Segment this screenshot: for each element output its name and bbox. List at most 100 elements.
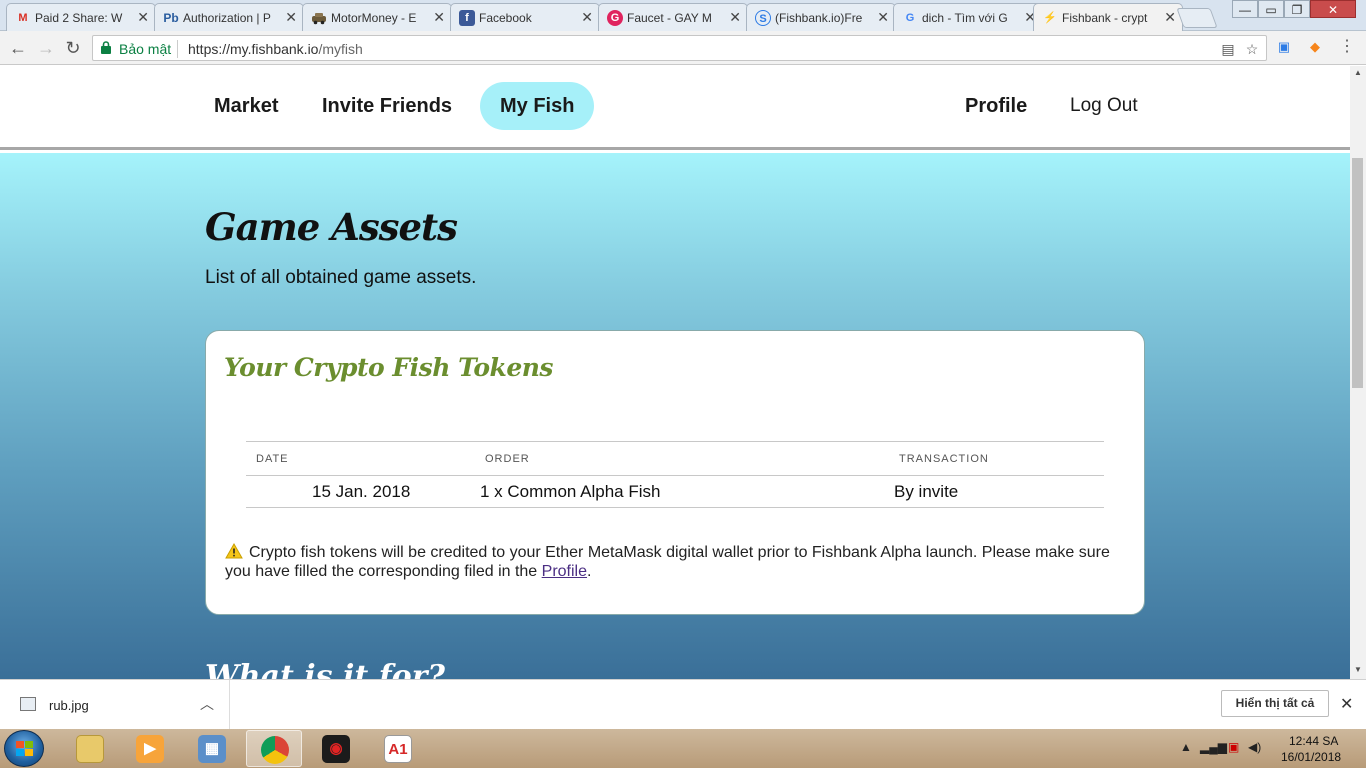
back-icon[interactable]: ←	[7, 37, 29, 59]
cell-order: 1 x Common Alpha Fish	[475, 475, 889, 508]
gmail-icon: M	[18, 12, 28, 24]
tab-fishbank-active[interactable]: ⚡ Fishbank - crypt ✕	[1033, 3, 1183, 32]
notice-end: .	[587, 563, 592, 580]
new-tab-button[interactable]	[1176, 8, 1218, 28]
close-shelf-icon[interactable]: ✕	[1340, 694, 1353, 714]
garena-icon: ◉	[322, 735, 350, 763]
close-icon[interactable]: ✕	[285, 9, 297, 25]
browser-toolbar: ← → ↻ Bảo mật https://my.fishbank.io/myf…	[0, 31, 1366, 65]
download-shelf: rub.jpg ︿ Hiển thị tất cả ✕	[0, 679, 1366, 730]
media-player-icon: ▶	[136, 735, 164, 763]
url-host: https://my.fishbank.io	[188, 41, 319, 57]
taskbar-explorer[interactable]	[62, 730, 118, 767]
column-header-order: ORDER	[475, 441, 889, 476]
close-icon[interactable]: ✕	[877, 9, 889, 25]
image-file-icon	[20, 697, 36, 711]
car-icon	[311, 10, 327, 26]
faucet-icon: G	[607, 10, 623, 26]
tab-title: Faucet - GAY M	[627, 11, 712, 25]
url-text[interactable]: https://my.fishbank.io/myfish	[188, 40, 363, 58]
taskbar-a1[interactable]: A1	[370, 730, 426, 767]
page-scrollbar[interactable]: ▲ ▼	[1350, 66, 1366, 679]
tokens-table: DATE ORDER TRANSACTION 15 Jan. 2018 1 x …	[246, 441, 1104, 508]
nav-invite-friends[interactable]: Invite Friends	[302, 82, 472, 130]
google-icon: G	[905, 12, 915, 24]
menu-icon[interactable]: ⋮	[1338, 38, 1356, 56]
star-icon[interactable]: ☆	[1243, 40, 1261, 58]
start-button[interactable]	[4, 730, 44, 767]
warning-icon	[225, 542, 243, 559]
tab-title: (Fishbank.io)Fre	[775, 11, 863, 25]
chrome-icon	[261, 736, 289, 764]
scrollbar-thumb[interactable]	[1352, 158, 1363, 388]
extension-person-icon[interactable]: ▣	[1275, 38, 1293, 56]
close-icon[interactable]: ✕	[137, 9, 149, 25]
tab-strip: M Paid 2 Share: W ✕ Pb Authorization | P…	[0, 0, 1366, 32]
close-icon[interactable]: ✕	[433, 9, 445, 25]
tokens-card: Your Crypto Fish Tokens DATE ORDER TRANS…	[205, 330, 1145, 615]
volume-icon[interactable]: ◀)	[1248, 740, 1261, 754]
clock-time[interactable]: 12:44 SA	[1289, 734, 1338, 748]
windows-flag-icon	[16, 741, 33, 756]
tab-facebook[interactable]: f Facebook ✕	[450, 3, 600, 31]
tab-fishbank-free[interactable]: S (Fishbank.io)Fre ✕	[746, 3, 896, 31]
close-icon[interactable]: ✕	[581, 9, 593, 25]
lock-icon	[101, 41, 111, 54]
restore-window-icon[interactable]: ❐	[1284, 0, 1310, 18]
tab-title: Paid 2 Share: W	[35, 11, 123, 25]
taskbar-garena[interactable]: ◉	[308, 730, 364, 767]
network-icon[interactable]: ▣	[1228, 740, 1239, 754]
nav-profile[interactable]: Profile	[945, 82, 1047, 130]
wallet-notice: Crypto fish tokens will be credited to y…	[225, 542, 1125, 581]
download-item[interactable]: rub.jpg ︿	[0, 680, 230, 730]
control-panel-icon: ▦	[198, 735, 226, 763]
close-icon[interactable]: ✕	[729, 9, 741, 25]
next-section-heading: What is it for?	[205, 659, 445, 679]
cell-transaction: By invite	[889, 475, 1104, 508]
profile-link[interactable]: Profile	[542, 563, 587, 580]
signal-icon[interactable]: ▂▄▆	[1200, 740, 1227, 754]
close-window-button[interactable]: ✕	[1310, 0, 1356, 18]
column-header-transaction: TRANSACTION	[889, 441, 1104, 476]
address-bar[interactable]: Bảo mật https://my.fishbank.io/myfish ▤ …	[92, 35, 1267, 61]
tab-title: Authorization | P	[183, 11, 271, 25]
close-icon[interactable]: ✕	[1164, 9, 1176, 25]
download-file-name: rub.jpg	[49, 698, 89, 713]
tab-google[interactable]: G dich - Tìm với G ✕	[893, 3, 1043, 31]
reload-icon[interactable]: ↻	[62, 37, 84, 59]
tray-expand-icon[interactable]: ▲	[1180, 740, 1192, 754]
page-title: Game Assets	[205, 205, 458, 249]
folder-icon	[76, 735, 104, 763]
a1-icon: A1	[384, 735, 412, 763]
taskbar-media-player[interactable]: ▶	[122, 730, 178, 767]
page-viewport: Market Invite Friends My Fish Profile Lo…	[0, 66, 1350, 679]
nav-market[interactable]: Market	[194, 82, 298, 130]
pb-icon: Pb	[163, 11, 179, 25]
divider	[177, 40, 178, 58]
url-path: /myfish	[318, 41, 363, 57]
chevron-up-icon[interactable]: ︿	[200, 694, 214, 714]
page-subtitle: List of all obtained game assets.	[205, 267, 477, 288]
restore-button[interactable]: ▭	[1258, 0, 1284, 18]
scroll-up-icon[interactable]: ▲	[1350, 66, 1366, 80]
minimize-button[interactable]: —	[1232, 0, 1258, 18]
show-all-downloads-button[interactable]: Hiển thị tất cả	[1221, 690, 1329, 717]
taskbar-control-panel[interactable]: ▦	[184, 730, 240, 767]
translate-icon[interactable]: ▤	[1219, 40, 1237, 58]
tab-motormoney[interactable]: MotorMoney - E ✕	[302, 3, 452, 31]
nav-log-out[interactable]: Log Out	[1050, 82, 1158, 130]
tab-paid2share[interactable]: M Paid 2 Share: W ✕	[6, 3, 156, 31]
taskbar-chrome[interactable]	[246, 730, 302, 767]
metamask-fox-icon[interactable]: ◆	[1306, 38, 1324, 56]
tab-title: dich - Tìm với G	[922, 11, 1008, 25]
nav-my-fish[interactable]: My Fish	[480, 82, 595, 130]
table-row: 15 Jan. 2018 1 x Common Alpha Fish By in…	[246, 475, 1104, 508]
site-navigation: Market Invite Friends My Fish Profile Lo…	[0, 66, 1350, 150]
tab-faucet[interactable]: G Faucet - GAY M ✕	[598, 3, 748, 31]
forward-icon[interactable]: →	[35, 37, 57, 59]
tab-authorization[interactable]: Pb Authorization | P ✕	[154, 3, 304, 31]
scroll-down-icon[interactable]: ▼	[1350, 663, 1366, 677]
windows-taskbar: ▶ ▦ ◉ A1 ▲ ▂▄▆ ▣ ◀) 12:44 SA 16/01/2018	[0, 729, 1366, 768]
clock-date[interactable]: 16/01/2018	[1281, 750, 1341, 764]
lightning-icon: ⚡	[1043, 12, 1057, 24]
